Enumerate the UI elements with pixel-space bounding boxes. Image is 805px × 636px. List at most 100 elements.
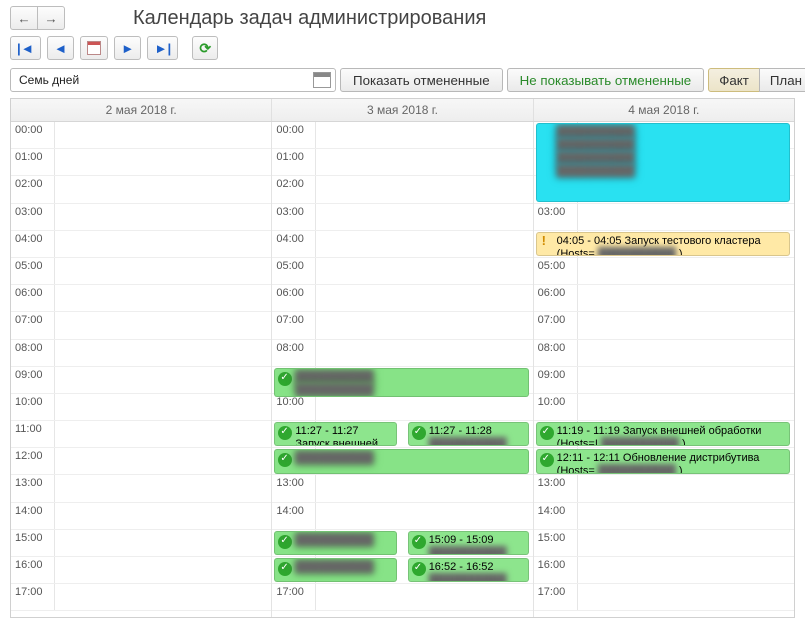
time-label: 04:00 (272, 231, 316, 257)
time-label: 00:00 (11, 122, 55, 148)
hour-cell[interactable] (316, 176, 532, 202)
calendar-event[interactable]: 11:27 - 11:28 ██████████ (408, 422, 529, 446)
calendar-event[interactable]: ████████████████████ (274, 368, 528, 398)
hour-cell[interactable] (55, 258, 271, 284)
time-label: 10:00 (272, 394, 316, 420)
hour-row: 13:00 (272, 475, 532, 502)
time-label: 03:00 (272, 204, 316, 230)
hour-cell[interactable] (55, 584, 271, 610)
time-label: 17:00 (272, 584, 316, 610)
hour-cell[interactable] (316, 584, 532, 610)
calendar-event[interactable]: ██████████ (274, 531, 397, 555)
calendar-event[interactable]: ██████████ (274, 558, 397, 582)
hour-cell[interactable] (55, 312, 271, 338)
calendar-event[interactable]: ██████████ (274, 449, 528, 473)
date-range-input[interactable]: Семь дней (10, 68, 336, 92)
check-icon (412, 426, 426, 440)
hour-cell[interactable] (578, 312, 794, 338)
hour-cell[interactable] (578, 340, 794, 366)
calendar-event[interactable]: 11:19 - 11:19 Запуск внешней обработки (… (536, 422, 790, 446)
check-icon (540, 453, 554, 467)
day-column: 00:0001:0002:0003:0004:0005:0006:0007:00… (533, 122, 794, 617)
hour-cell[interactable] (55, 176, 271, 202)
hour-row: 06:00 (272, 285, 532, 312)
hour-cell[interactable] (55, 340, 271, 366)
hour-cell[interactable] (55, 285, 271, 311)
hour-row: 06:00 (534, 285, 794, 312)
calendar-event[interactable]: 15:09 - 15:09 ██████████ (408, 531, 529, 555)
hour-cell[interactable] (578, 557, 794, 583)
calendar-event[interactable]: 11:27 - 11:27 Запуск внешней обработки (274, 422, 397, 446)
hour-row: 13:00 (534, 475, 794, 502)
today-button[interactable] (80, 36, 108, 60)
calendar-event[interactable]: 04:05 - 04:05 Запуск тестового кластера … (536, 232, 790, 256)
hide-cancelled-button[interactable]: Не показывать отмененные (507, 68, 705, 92)
hour-cell[interactable] (55, 122, 271, 148)
hour-row: 00:00 (272, 122, 532, 149)
hour-cell[interactable] (578, 394, 794, 420)
hour-cell[interactable] (316, 340, 532, 366)
hour-cell[interactable] (55, 204, 271, 230)
hour-cell[interactable] (55, 231, 271, 257)
hour-row: 14:00 (272, 503, 532, 530)
hour-cell[interactable] (316, 312, 532, 338)
show-cancelled-button[interactable]: Показать отмененные (340, 68, 503, 92)
hour-cell[interactable] (55, 149, 271, 175)
hour-cell[interactable] (578, 530, 794, 556)
calendar-grid: 2 мая 2018 г. 3 мая 2018 г. 4 мая 2018 г… (10, 98, 795, 618)
hour-cell[interactable] (316, 475, 532, 501)
time-label: 13:00 (11, 475, 55, 501)
time-label: 12:00 (11, 448, 55, 474)
time-label: 15:00 (534, 530, 578, 556)
refresh-button[interactable]: ⟳ (192, 36, 218, 60)
hour-cell[interactable] (578, 285, 794, 311)
hour-cell[interactable] (55, 530, 271, 556)
hour-cell[interactable] (578, 367, 794, 393)
hour-cell[interactable] (316, 285, 532, 311)
hour-cell[interactable] (316, 204, 532, 230)
hour-cell[interactable] (55, 475, 271, 501)
calendar-event[interactable]: 12:11 - 12:11 Обновление дистрибутива (H… (536, 449, 790, 473)
hour-row: 14:00 (11, 503, 271, 530)
hour-cell[interactable] (578, 258, 794, 284)
calendar-event[interactable]: 16:52 - 16:52 ██████████ (408, 558, 529, 582)
next-page-button[interactable]: ► (114, 36, 141, 60)
calendar-event[interactable]: ████████████████████████████████████████ (536, 123, 790, 202)
hour-row: 16:00 (11, 557, 271, 584)
hour-row: 08:00 (11, 340, 271, 367)
last-page-button[interactable]: ►| (147, 36, 178, 60)
hour-cell[interactable] (578, 584, 794, 610)
plan-tab[interactable]: План (759, 68, 805, 92)
hour-cell[interactable] (55, 503, 271, 529)
hour-cell[interactable] (316, 394, 532, 420)
hour-cell[interactable] (316, 149, 532, 175)
hour-cell[interactable] (316, 258, 532, 284)
hour-cell[interactable] (578, 503, 794, 529)
hour-cell[interactable] (316, 122, 532, 148)
hour-row: 07:00 (534, 312, 794, 339)
hour-row: 04:00 (11, 231, 271, 258)
hour-cell[interactable] (55, 394, 271, 420)
hour-cell[interactable] (55, 367, 271, 393)
prev-page-button[interactable]: ◄ (47, 36, 74, 60)
hour-row: 03:00 (272, 204, 532, 231)
time-label: 08:00 (534, 340, 578, 366)
hour-cell[interactable] (316, 503, 532, 529)
event-text: ██████████ (295, 534, 373, 546)
nav-forward-button[interactable]: → (37, 6, 65, 30)
hour-cell[interactable] (316, 231, 532, 257)
hour-cell[interactable] (578, 475, 794, 501)
arrow-left-icon: ← (17, 11, 30, 26)
hour-row: 05:00 (11, 258, 271, 285)
hour-row: 03:00 (534, 204, 794, 231)
calendar-picker-icon[interactable] (313, 72, 331, 88)
first-page-button[interactable]: |◄ (10, 36, 41, 60)
hour-row: 15:00 (534, 530, 794, 557)
fact-tab[interactable]: Факт (708, 68, 760, 92)
hour-cell[interactable] (55, 421, 271, 447)
hour-cell[interactable] (578, 204, 794, 230)
hour-cell[interactable] (55, 557, 271, 583)
hour-cell[interactable] (55, 448, 271, 474)
nav-back-button[interactable]: ← (10, 6, 38, 30)
time-label: 02:00 (272, 176, 316, 202)
